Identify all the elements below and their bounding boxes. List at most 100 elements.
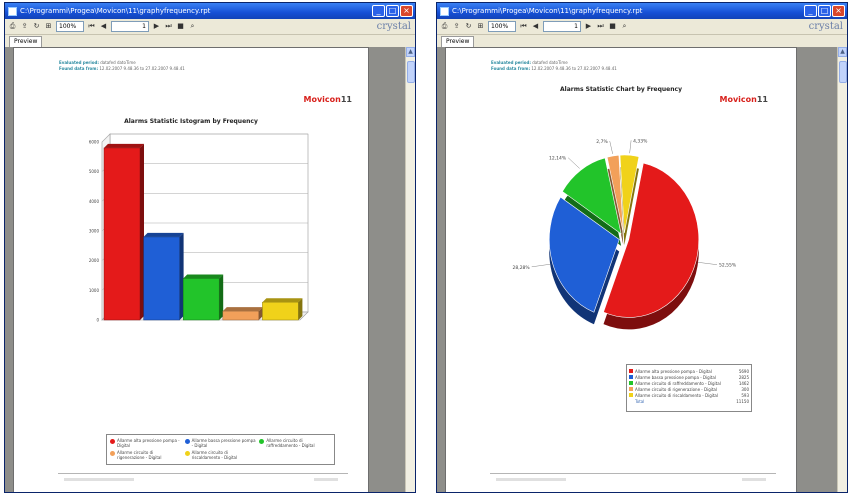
scroll-up-icon[interactable]: ▲ [406, 47, 415, 57]
export-icon[interactable]: ⇪ [452, 22, 461, 31]
legend-label: Allarme circuito di riscaldamento - Digi… [635, 392, 718, 398]
pie-label-leader [697, 262, 717, 265]
y-tick-label: 5000 [89, 169, 100, 174]
legend-swatch [184, 451, 190, 456]
refresh-icon[interactable]: ↻ [464, 22, 473, 31]
pie-data-label: 28,28% [513, 265, 531, 271]
scroll-thumb[interactable] [839, 61, 847, 83]
legend-item: Allarme alta pressione pompa - Digital 56… [629, 368, 749, 374]
page-number-input[interactable]: 1 [111, 21, 149, 32]
legend-item: Allarme circuito di riscaldamento - Digi… [629, 392, 749, 398]
legend-swatch [110, 439, 115, 444]
legend-total: Total 11150 [629, 398, 749, 404]
scroll-up-icon[interactable]: ▲ [838, 47, 847, 57]
chart-legend: Allarme alta pressione pompa - Digital 56… [626, 364, 752, 412]
next-page-icon[interactable]: ▶ [584, 22, 593, 31]
close-button[interactable]: × [832, 5, 845, 17]
legend-swatch [629, 369, 633, 373]
bar [262, 301, 299, 321]
tab-preview[interactable]: Preview [9, 36, 43, 47]
close-button[interactable]: × [400, 5, 413, 17]
last-page-icon[interactable]: ⏭ [164, 22, 173, 31]
legend-count: 2825 [738, 374, 749, 380]
bar-top [262, 298, 303, 303]
stop-icon[interactable]: ■ [608, 22, 617, 31]
maximize-button[interactable]: □ [818, 5, 831, 17]
bar-chart: 0 1000 2000 3000 4000 5000 6000 [89, 133, 309, 323]
stop-icon[interactable]: ■ [176, 22, 185, 31]
prev-page-icon[interactable]: ◀ [531, 22, 540, 31]
footer-right [742, 478, 766, 481]
legend-item: Allarme circuito di rigenerazione - Digi… [629, 386, 749, 392]
legend-label: Allarme circuito di rigenerazione - Digi… [117, 450, 162, 460]
next-page-icon[interactable]: ▶ [152, 22, 161, 31]
minimize-button[interactable]: _ [372, 5, 385, 17]
report-window-histogram: C:\Programmi\Progea\Movicon\11\graphyfre… [4, 2, 416, 493]
search-binoculars-icon[interactable]: ⌕ [188, 22, 197, 31]
zoom-select[interactable]: 100% [488, 21, 516, 32]
chart-legend: Allarme alta pressione pompa - Digital Al… [106, 434, 335, 465]
print-icon[interactable]: ⎙ [440, 22, 449, 31]
pie-data-label: 12,14% [549, 156, 567, 162]
bar [143, 236, 180, 321]
export-icon[interactable]: ⇪ [20, 22, 29, 31]
window-icon [440, 6, 449, 16]
legend-item: Allarme circuito di rigenerazione - Digi… [110, 450, 182, 461]
bar-top [222, 307, 263, 312]
legend-swatch [629, 375, 633, 379]
last-page-icon[interactable]: ⏭ [596, 22, 605, 31]
footer-left [496, 478, 566, 481]
zoom-select[interactable]: 100% [56, 21, 84, 32]
pie-label-leader [629, 140, 632, 154]
prev-page-icon[interactable]: ◀ [99, 22, 108, 31]
legend-label: Allarme bassa pressione pompa - Digital [191, 438, 256, 448]
legend-swatch [629, 393, 633, 397]
legend-label: Allarme circuito di rigenerazione - Digi… [635, 386, 717, 392]
page-number-input[interactable]: 1 [543, 21, 581, 32]
y-tick-label: 3000 [89, 229, 100, 234]
title-bar[interactable]: C:\Programmi\Progea\Movicon\11\graphyfre… [437, 3, 847, 19]
legend-count: 593 [741, 392, 749, 398]
refresh-icon[interactable]: ↻ [32, 22, 41, 31]
report-window-pie: C:\Programmi\Progea\Movicon\11\graphyfre… [436, 2, 848, 493]
legend-total-label: Total [635, 398, 645, 404]
pie-label-leader [568, 157, 580, 169]
maximize-button[interactable]: □ [386, 5, 399, 17]
bar-top [183, 274, 224, 279]
legend-count: 300 [741, 386, 749, 392]
legend-label: Allarme bassa pressione pompa - Digital [635, 374, 716, 380]
footer-left [64, 478, 134, 481]
legend-count: 1462 [738, 380, 749, 386]
minimize-button[interactable]: _ [804, 5, 817, 17]
toolbar: ⎙ ⇪ ↻ ⊞ 100% ⏮ ◀ 1 ▶ ⏭ ■ ⌕ crystal [5, 19, 415, 35]
print-icon[interactable]: ⎙ [8, 22, 17, 31]
scroll-thumb[interactable] [407, 61, 415, 83]
first-page-icon[interactable]: ⏮ [87, 22, 96, 31]
vertical-scrollbar[interactable]: ▲ [405, 47, 415, 492]
title-bar[interactable]: C:\Programmi\Progea\Movicon\11\graphyfre… [5, 3, 415, 19]
y-tick-label: 6000 [89, 140, 100, 145]
bar [182, 278, 220, 321]
pie-label-leader [609, 141, 613, 154]
legend-item: Allarme circuito di raffreddamento - Dig… [259, 438, 331, 449]
legend-swatch [110, 451, 115, 456]
legend-label: Allarme circuito di raffreddamento - Dig… [635, 380, 721, 386]
bar-top [143, 232, 184, 237]
y-tick-label: 2000 [89, 258, 100, 263]
group-tree-icon[interactable]: ⊞ [44, 22, 53, 31]
legend-swatch [629, 381, 633, 385]
crystal-logo: crystal [808, 21, 843, 32]
vertical-scrollbar[interactable]: ▲ [837, 47, 847, 492]
crystal-logo: crystal [376, 21, 411, 32]
pie-data-label: 52,55% [719, 263, 737, 269]
tab-preview[interactable]: Preview [441, 36, 475, 47]
report-page: Evaluated period: datafed datoTime Found… [13, 47, 369, 492]
first-page-icon[interactable]: ⏮ [519, 22, 528, 31]
legend-item: Allarme alta pressione pompa - Digital [110, 438, 182, 449]
window-title: C:\Programmi\Progea\Movicon\11\graphyfre… [452, 7, 643, 15]
group-tree-icon[interactable]: ⊞ [476, 22, 485, 31]
legend-item: Allarme bassa pressione pompa - Digital [184, 438, 257, 449]
search-binoculars-icon[interactable]: ⌕ [620, 22, 629, 31]
legend-total-value: 11150 [736, 398, 749, 404]
report-page: Evaluated period: datafed datoTime Found… [445, 47, 797, 492]
